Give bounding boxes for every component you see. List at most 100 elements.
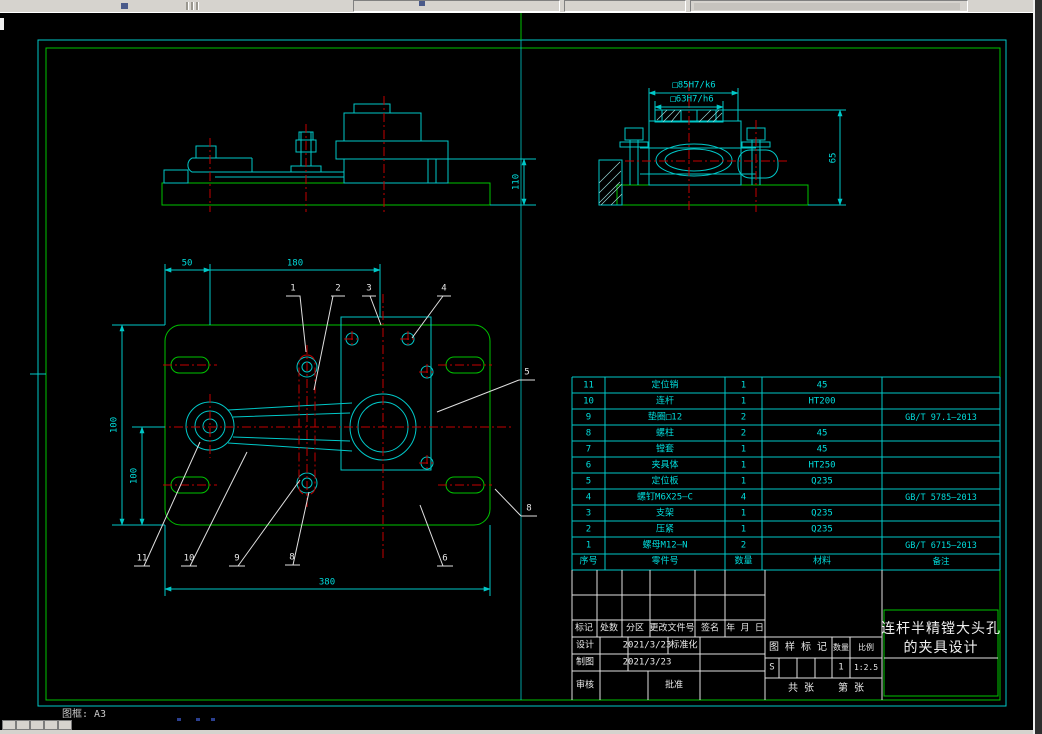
bom-row10-col2: 2 bbox=[740, 540, 747, 551]
stamp-qty-header: 数量 bbox=[833, 643, 849, 652]
balloon-8-bottom: 8 bbox=[289, 552, 295, 563]
rev-header-mark: 标记 bbox=[574, 623, 594, 634]
toolbar-dropdown-value bbox=[694, 3, 960, 10]
cad-window: 1 2 3 4 5 8 11 10 9 8 6 50 180 380 100 1… bbox=[0, 0, 1042, 734]
draft-date: 2021/3/23 bbox=[622, 657, 672, 668]
dim-fit-outer: □85H7/k6 bbox=[672, 80, 716, 91]
bom-row7-col1: 螺钉M6X25—C bbox=[637, 492, 693, 503]
bom-row0-col0: 11 bbox=[583, 380, 594, 390]
bom-row8-col1: 支架 bbox=[655, 508, 675, 519]
toolbar-grip-icon[interactable] bbox=[196, 2, 199, 10]
toolbar-field[interactable] bbox=[564, 0, 686, 12]
balloon-11: 11 bbox=[136, 553, 148, 564]
stamp-qty-value: 1 bbox=[838, 662, 844, 673]
stamp-mark-value: S bbox=[769, 662, 775, 673]
drawing-canvas[interactable]: 1 2 3 4 5 8 11 10 9 8 6 50 180 380 100 1… bbox=[0, 0, 1042, 734]
bom-row0-col3: 45 bbox=[816, 380, 828, 390]
bom-row4-col1: 镗套 bbox=[655, 444, 675, 455]
bom-row4-col3: 45 bbox=[816, 444, 828, 455]
rev-header-sign: 签名 bbox=[700, 623, 720, 634]
balloon-5: 5 bbox=[524, 367, 530, 378]
window-border-right[interactable] bbox=[1033, 0, 1042, 734]
bom-row2-col0: 9 bbox=[585, 412, 592, 423]
balloon-1: 1 bbox=[290, 283, 296, 294]
bom-row3-col1: 螺柱 bbox=[655, 428, 675, 439]
sheet-no: 第 张 bbox=[837, 683, 865, 694]
bom-row7-col2: 4 bbox=[740, 492, 747, 503]
bom-row8-col3: Q235 bbox=[811, 508, 833, 519]
balloon-10: 10 bbox=[183, 553, 195, 564]
draft-label: 制图 bbox=[575, 657, 595, 668]
taskbar-icon[interactable] bbox=[2, 720, 16, 730]
taskbar-icon[interactable] bbox=[30, 720, 44, 730]
toolbar-icon[interactable] bbox=[419, 1, 425, 6]
balloon-6: 6 bbox=[442, 553, 448, 564]
stamp-scale-header: 比例 bbox=[858, 643, 874, 652]
bom-row8-col0: 3 bbox=[585, 508, 592, 519]
audit-label: 审核 bbox=[575, 680, 595, 691]
bom-row6-col3: Q235 bbox=[811, 476, 833, 487]
bom-row5-col2: 1 bbox=[740, 460, 747, 471]
bom-row2-col4: GB/T 97.1—2013 bbox=[905, 412, 977, 423]
drawing-title-line1: 连杆半精镗大头孔 bbox=[881, 621, 1001, 637]
bom-row9-col0: 2 bbox=[585, 524, 592, 535]
toolbar-icon[interactable] bbox=[121, 3, 128, 9]
bom-row10-col4: GB/T 6715—2013 bbox=[905, 541, 977, 552]
taskbar-icon[interactable] bbox=[58, 720, 72, 730]
bom-row1-col1: 连杆 bbox=[655, 396, 675, 407]
bom-row4-col0: 7 bbox=[585, 444, 592, 455]
dim-fit-inner: □63H7/h6 bbox=[670, 94, 714, 105]
toolbar-grip-icon[interactable] bbox=[186, 2, 189, 10]
dim-50: 50 bbox=[181, 258, 193, 269]
dim-side-height: 65 bbox=[828, 152, 839, 164]
bom-row6-col1: 定位板 bbox=[651, 476, 679, 487]
toolbar-remnant bbox=[0, 0, 1042, 13]
bom-row10-col1: 螺母M12—N bbox=[642, 540, 688, 551]
bom-row0-col1: 定位销 bbox=[651, 380, 679, 390]
bom-row7-col0: 4 bbox=[585, 492, 592, 503]
rev-header-date: 年 月 日 bbox=[726, 623, 764, 634]
bom-header-col3: 材料 bbox=[812, 556, 832, 567]
balloon-2: 2 bbox=[335, 283, 341, 294]
bom-row5-col0: 6 bbox=[585, 460, 592, 471]
bom-row9-col3: Q235 bbox=[811, 524, 833, 535]
bom-row8-col2: 1 bbox=[740, 508, 747, 519]
bom-row3-col3: 45 bbox=[816, 428, 828, 439]
balloon-3: 3 bbox=[366, 283, 372, 294]
bom-row10-col0: 1 bbox=[585, 540, 592, 551]
bom-row5-col3: HT250 bbox=[808, 460, 836, 471]
dim-front-height: 110 bbox=[511, 173, 522, 191]
bom-row2-col2: 2 bbox=[740, 412, 747, 423]
taskbar-icon[interactable] bbox=[44, 720, 58, 730]
toolbar-dropdown[interactable] bbox=[690, 0, 968, 12]
dim-100-inner: 100 bbox=[129, 467, 140, 485]
toolbar-field[interactable] bbox=[353, 0, 560, 12]
stamp-scale-value: 1:2.5 bbox=[853, 663, 879, 672]
bom-row1-col3: HT200 bbox=[808, 396, 836, 407]
bom-row2-col1: 垫圈□12 bbox=[647, 412, 683, 423]
toolbar-grip-icon[interactable] bbox=[191, 2, 194, 10]
bom-row1-col2: 1 bbox=[740, 396, 747, 407]
bom-header-col4: 备注 bbox=[932, 556, 950, 567]
approve-label: 批准 bbox=[664, 680, 684, 691]
drawing-title-line2: 的夹具设计 bbox=[903, 640, 979, 656]
taskbar-icon[interactable] bbox=[16, 720, 30, 730]
standard-label: 标准化 bbox=[670, 640, 698, 651]
window-edge-left bbox=[0, 18, 4, 30]
rev-header-doc: 更改文件号 bbox=[649, 623, 695, 634]
balloon-9: 9 bbox=[234, 553, 240, 564]
bom-row6-col2: 1 bbox=[740, 476, 747, 487]
balloon-4: 4 bbox=[441, 283, 447, 294]
balloon-8-right: 8 bbox=[526, 503, 532, 514]
bom-row1-col0: 10 bbox=[583, 396, 594, 407]
rev-header-count: 处数 bbox=[599, 623, 619, 634]
bom-row6-col0: 5 bbox=[585, 476, 592, 487]
bom-row9-col1: 压紧 bbox=[655, 524, 675, 535]
bom-header-col0: 序号 bbox=[579, 556, 598, 567]
bom-row3-col0: 8 bbox=[585, 428, 592, 439]
dim-100-outer: 100 bbox=[109, 416, 120, 434]
design-label: 设计 bbox=[575, 640, 595, 651]
design-date: 2021/3/23 bbox=[622, 640, 672, 651]
rev-header-zone: 分区 bbox=[625, 623, 645, 634]
bom-row9-col2: 1 bbox=[740, 524, 747, 535]
